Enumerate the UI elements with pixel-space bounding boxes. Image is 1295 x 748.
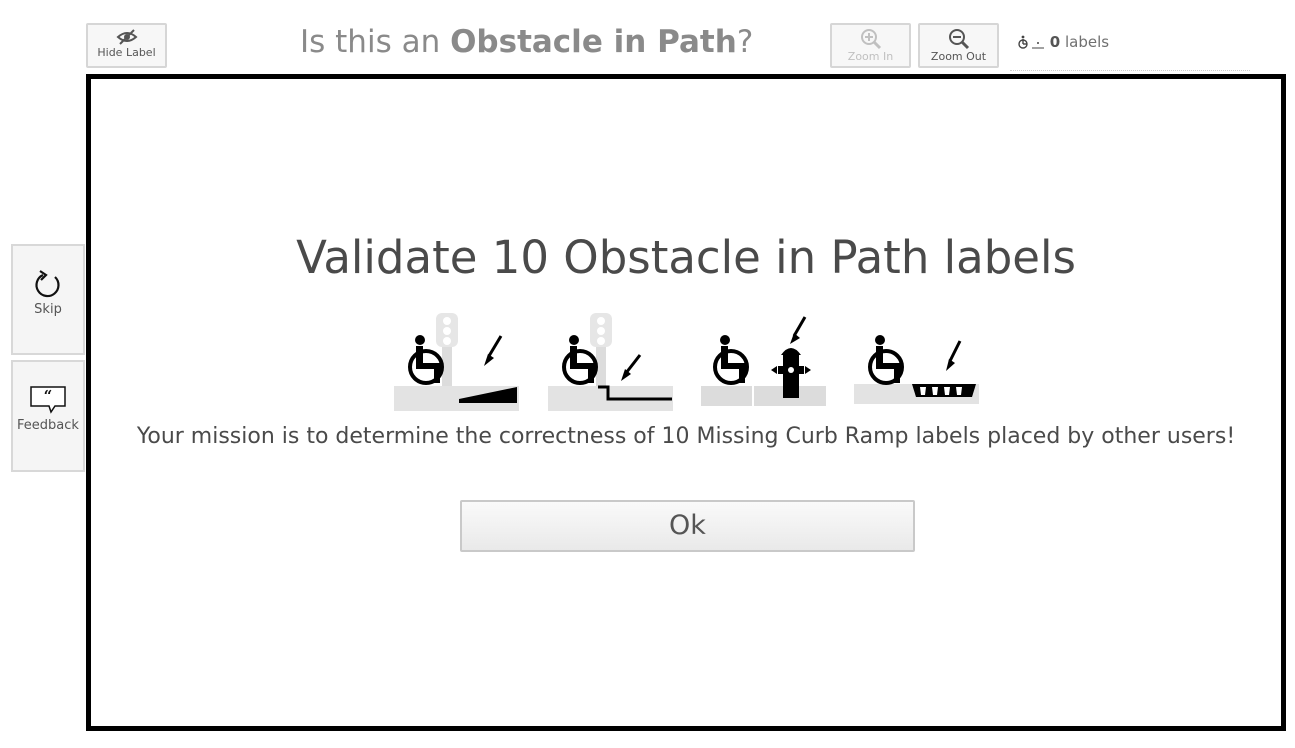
feedback-label: Feedback [17, 418, 79, 433]
wheelchair-small-icon [1018, 35, 1044, 49]
wheelchair-surface-problem-icon [854, 335, 979, 404]
zoom-in-button[interactable]: Zoom In [830, 23, 911, 68]
skip-button[interactable]: Skip [11, 244, 85, 355]
svg-text:“: “ [44, 387, 53, 405]
speech-bubble-icon: “ [30, 386, 66, 414]
label-counter: 0 labels [1017, 33, 1109, 51]
zoom-out-icon [948, 29, 969, 50]
feedback-button[interactable]: “ Feedback [11, 360, 85, 472]
label-examples [394, 311, 984, 411]
counter-divider [1010, 70, 1250, 71]
wheelchair-curb-step-icon [548, 313, 673, 411]
label-type: Obstacle in Path [450, 24, 737, 60]
hide-label-button[interactable]: Hide Label [86, 23, 167, 68]
label-count-unit: labels [1065, 33, 1110, 51]
wheelchair-fire-hydrant-icon [701, 316, 826, 406]
modal-title: Validate 10 Obstacle in Path labels [296, 231, 1076, 284]
refresh-icon [35, 270, 60, 298]
hide-label-text: Hide Label [97, 46, 156, 59]
wheelchair-ramp-icon [394, 313, 519, 411]
mission-modal: Validate 10 Obstacle in Path labels Your… [86, 74, 1286, 731]
mission-description: Your mission is to determine the correct… [136, 424, 1236, 449]
zoom-in-icon [860, 29, 881, 50]
page-title: Is this an Obstacle in Path? [300, 24, 754, 60]
ok-button[interactable]: Ok [460, 500, 915, 552]
eye-slash-icon [115, 29, 138, 45]
zoom-out-label: Zoom Out [930, 50, 987, 63]
skip-label: Skip [34, 302, 62, 317]
label-count: 0 [1049, 33, 1061, 51]
zoom-in-label: Zoom In [847, 50, 894, 63]
zoom-out-button[interactable]: Zoom Out [918, 23, 999, 68]
